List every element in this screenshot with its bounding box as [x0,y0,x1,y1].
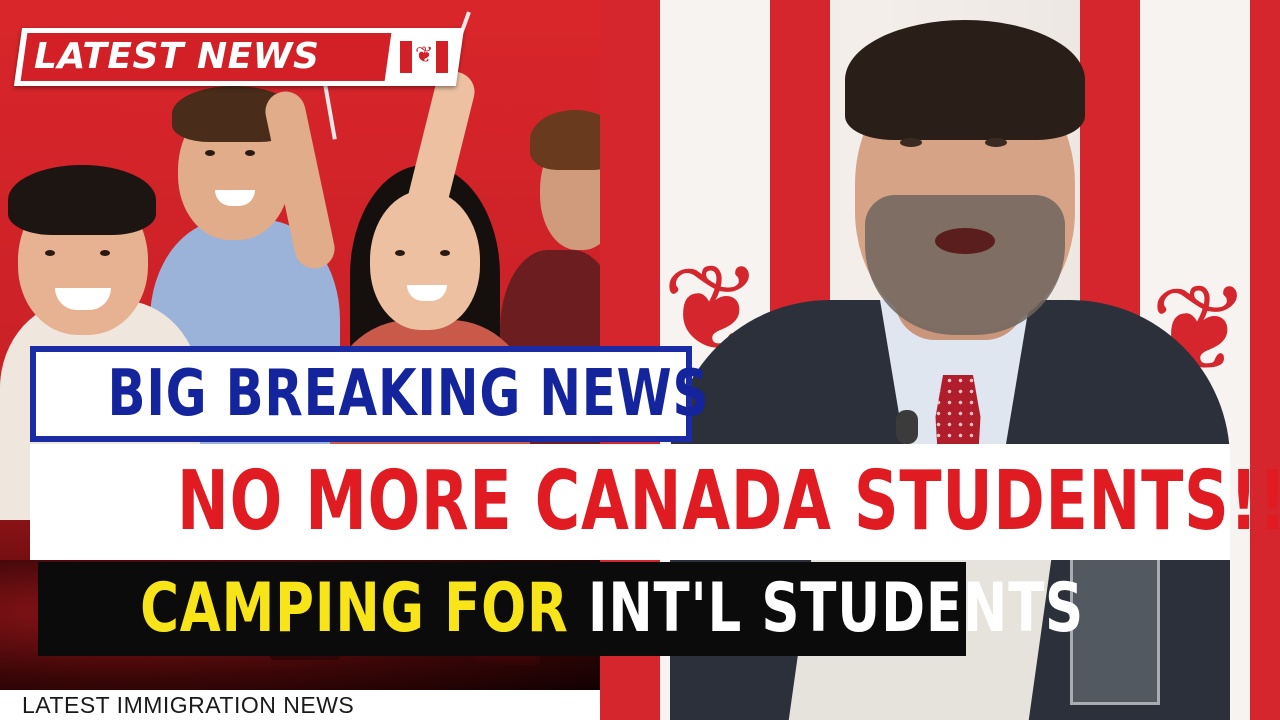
speaker-hair [845,20,1085,140]
headline-line3: CAMPING FOR INT'L STUDENTS [140,562,1083,656]
headline-line3-rest: INT'L STUDENTS [588,569,1084,648]
speaker-mouth [935,228,995,254]
microphone-icon [896,410,918,444]
maple-leaf-icon: ❦ [415,43,434,68]
speaker-eye [985,138,1007,147]
speaker-eye [900,138,922,147]
footer-label: LATEST IMMIGRATION NEWS [22,692,355,718]
headline-line1: BIG BREAKING NEWS [107,357,710,431]
headline-line3-rest-text: INT'L STUDENTS [587,569,1085,648]
canada-flag-icon: ❦ [400,41,448,73]
headline-line2: NO MORE CANADA STUDENTS!! [177,454,1280,549]
latest-news-badge: LATEST NEWS [34,36,320,77]
headline-line3-highlight: CAMPING FOR [140,569,569,648]
